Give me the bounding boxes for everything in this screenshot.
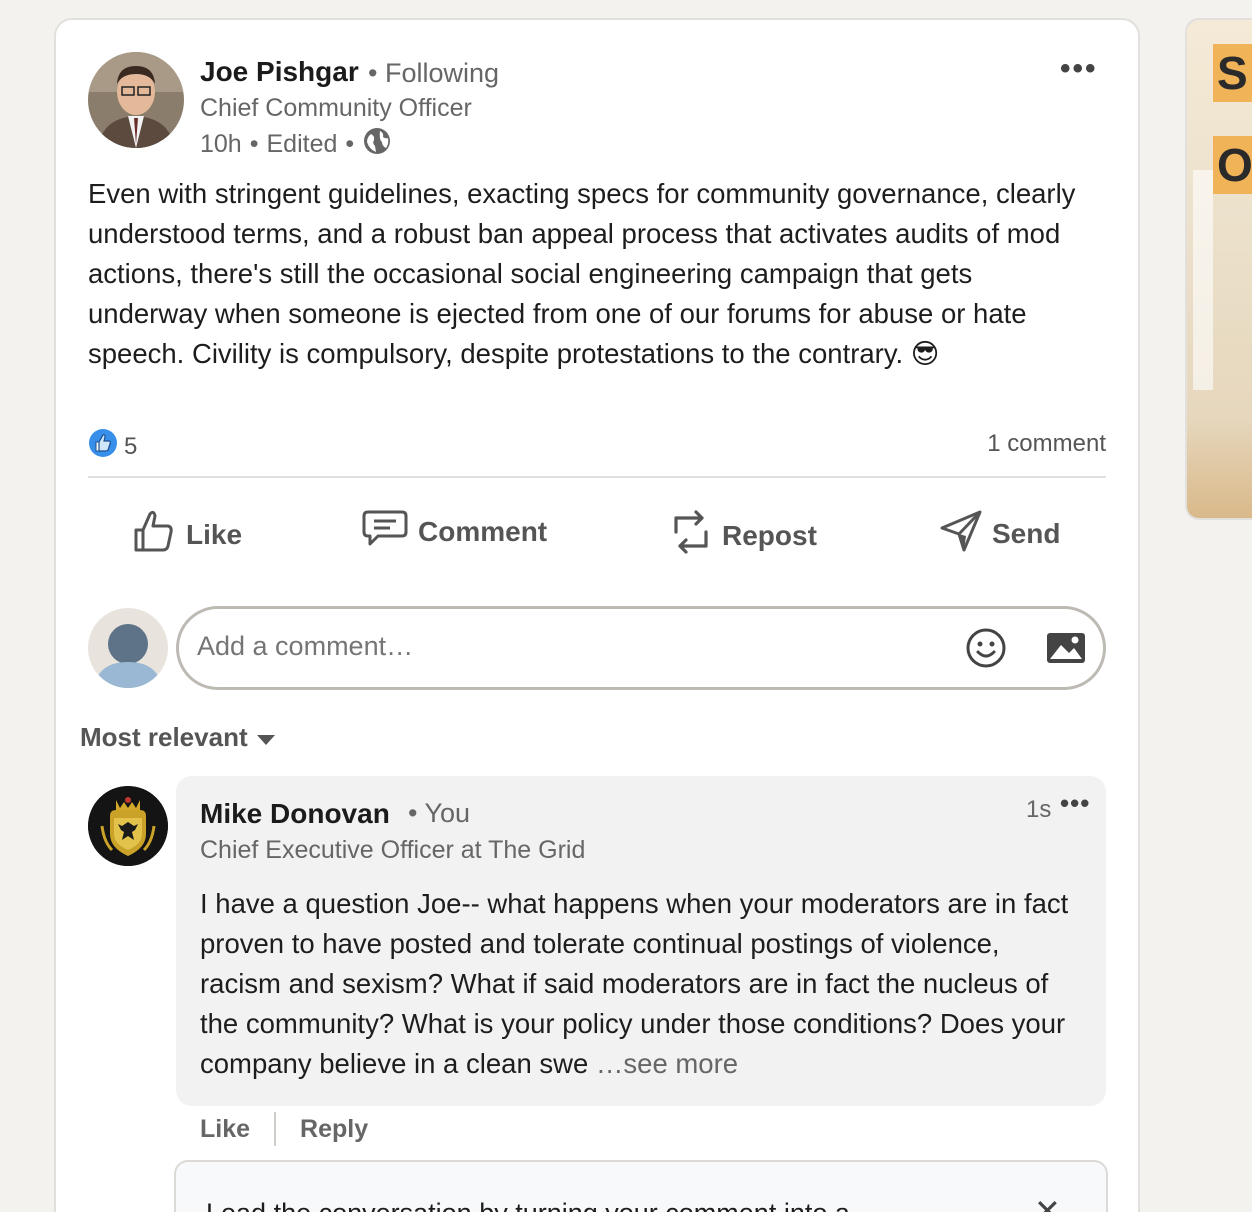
comment-input-container[interactable]	[176, 606, 1106, 690]
sort-label: Most relevant	[80, 722, 248, 752]
promo-text: Lead the conversation by turning your co…	[206, 1198, 850, 1212]
repost-label: Repost	[722, 519, 817, 551]
divider	[274, 1112, 277, 1146]
close-icon[interactable]: ✕	[1034, 1192, 1061, 1212]
comment-more-options-icon[interactable]: •••	[1060, 788, 1090, 819]
post-text: Even with stringent guidelines, exacting…	[88, 178, 1076, 369]
comment-label: Comment	[418, 515, 548, 547]
comment-sort-dropdown[interactable]: Most relevant	[80, 722, 276, 753]
following-label: • Following	[368, 58, 500, 88]
comment-button[interactable]: Comment	[362, 508, 547, 555]
you-label: • You	[408, 798, 471, 828]
divider	[88, 476, 1106, 478]
like-reaction-icon	[88, 428, 118, 465]
emoji-icon[interactable]	[965, 627, 1007, 674]
edited-label: Edited	[266, 130, 338, 158]
comment-actions: Like Reply	[200, 1112, 368, 1146]
send-button[interactable]: Send	[940, 508, 1060, 559]
meta-separator: •	[345, 130, 355, 158]
comment-time: 1s	[1026, 796, 1052, 823]
comment-icon	[362, 508, 408, 555]
author-avatar[interactable]	[88, 52, 184, 148]
meta-separator: •	[249, 130, 259, 158]
ad-letter: S	[1213, 44, 1252, 102]
like-label: Like	[186, 518, 243, 550]
repost-button[interactable]: Repost	[670, 508, 817, 563]
like-button[interactable]: Like	[132, 508, 242, 561]
comment-reply-button[interactable]: Reply	[300, 1115, 368, 1144]
send-icon	[940, 508, 982, 559]
author-title: Chief Community Officer	[200, 94, 472, 122]
current-user-avatar[interactable]	[88, 608, 168, 688]
post-time: 10h	[200, 130, 242, 158]
send-label: Send	[992, 517, 1061, 549]
ad-window-graphic	[1193, 170, 1213, 390]
commenter-title: Chief Executive Officer at The Grid	[200, 836, 586, 864]
globe-icon	[362, 126, 392, 163]
reaction-count: 5	[124, 432, 138, 460]
post-meta: 10h • Edited •	[200, 126, 392, 163]
post-more-options-icon[interactable]: •••	[1060, 52, 1098, 86]
comment-input[interactable]	[197, 631, 897, 662]
author-name[interactable]: Joe Pishgar	[200, 56, 359, 88]
commenter-avatar[interactable]	[88, 786, 168, 866]
comment-count-link[interactable]: 1 comment	[987, 430, 1106, 458]
image-icon[interactable]	[1045, 631, 1087, 670]
repost-icon	[670, 508, 712, 563]
see-more-link[interactable]: …see more	[596, 1048, 738, 1079]
commenter-name[interactable]: Mike Donovan	[200, 798, 390, 830]
reactions-summary[interactable]: 5	[88, 428, 137, 465]
comment-bubble: Mike Donovan • You Chief Executive Offic…	[176, 776, 1106, 1106]
comment-text: I have a question Joe-- what happens whe…	[200, 884, 1080, 1084]
promo-banner: Lead the conversation by turning your co…	[174, 1160, 1108, 1212]
thumbs-up-icon	[132, 508, 176, 561]
ad-letter: O	[1213, 136, 1252, 194]
caret-down-icon	[256, 722, 276, 753]
side-advertisement[interactable]: S O	[1185, 18, 1252, 520]
comment-like-button[interactable]: Like	[200, 1115, 250, 1144]
